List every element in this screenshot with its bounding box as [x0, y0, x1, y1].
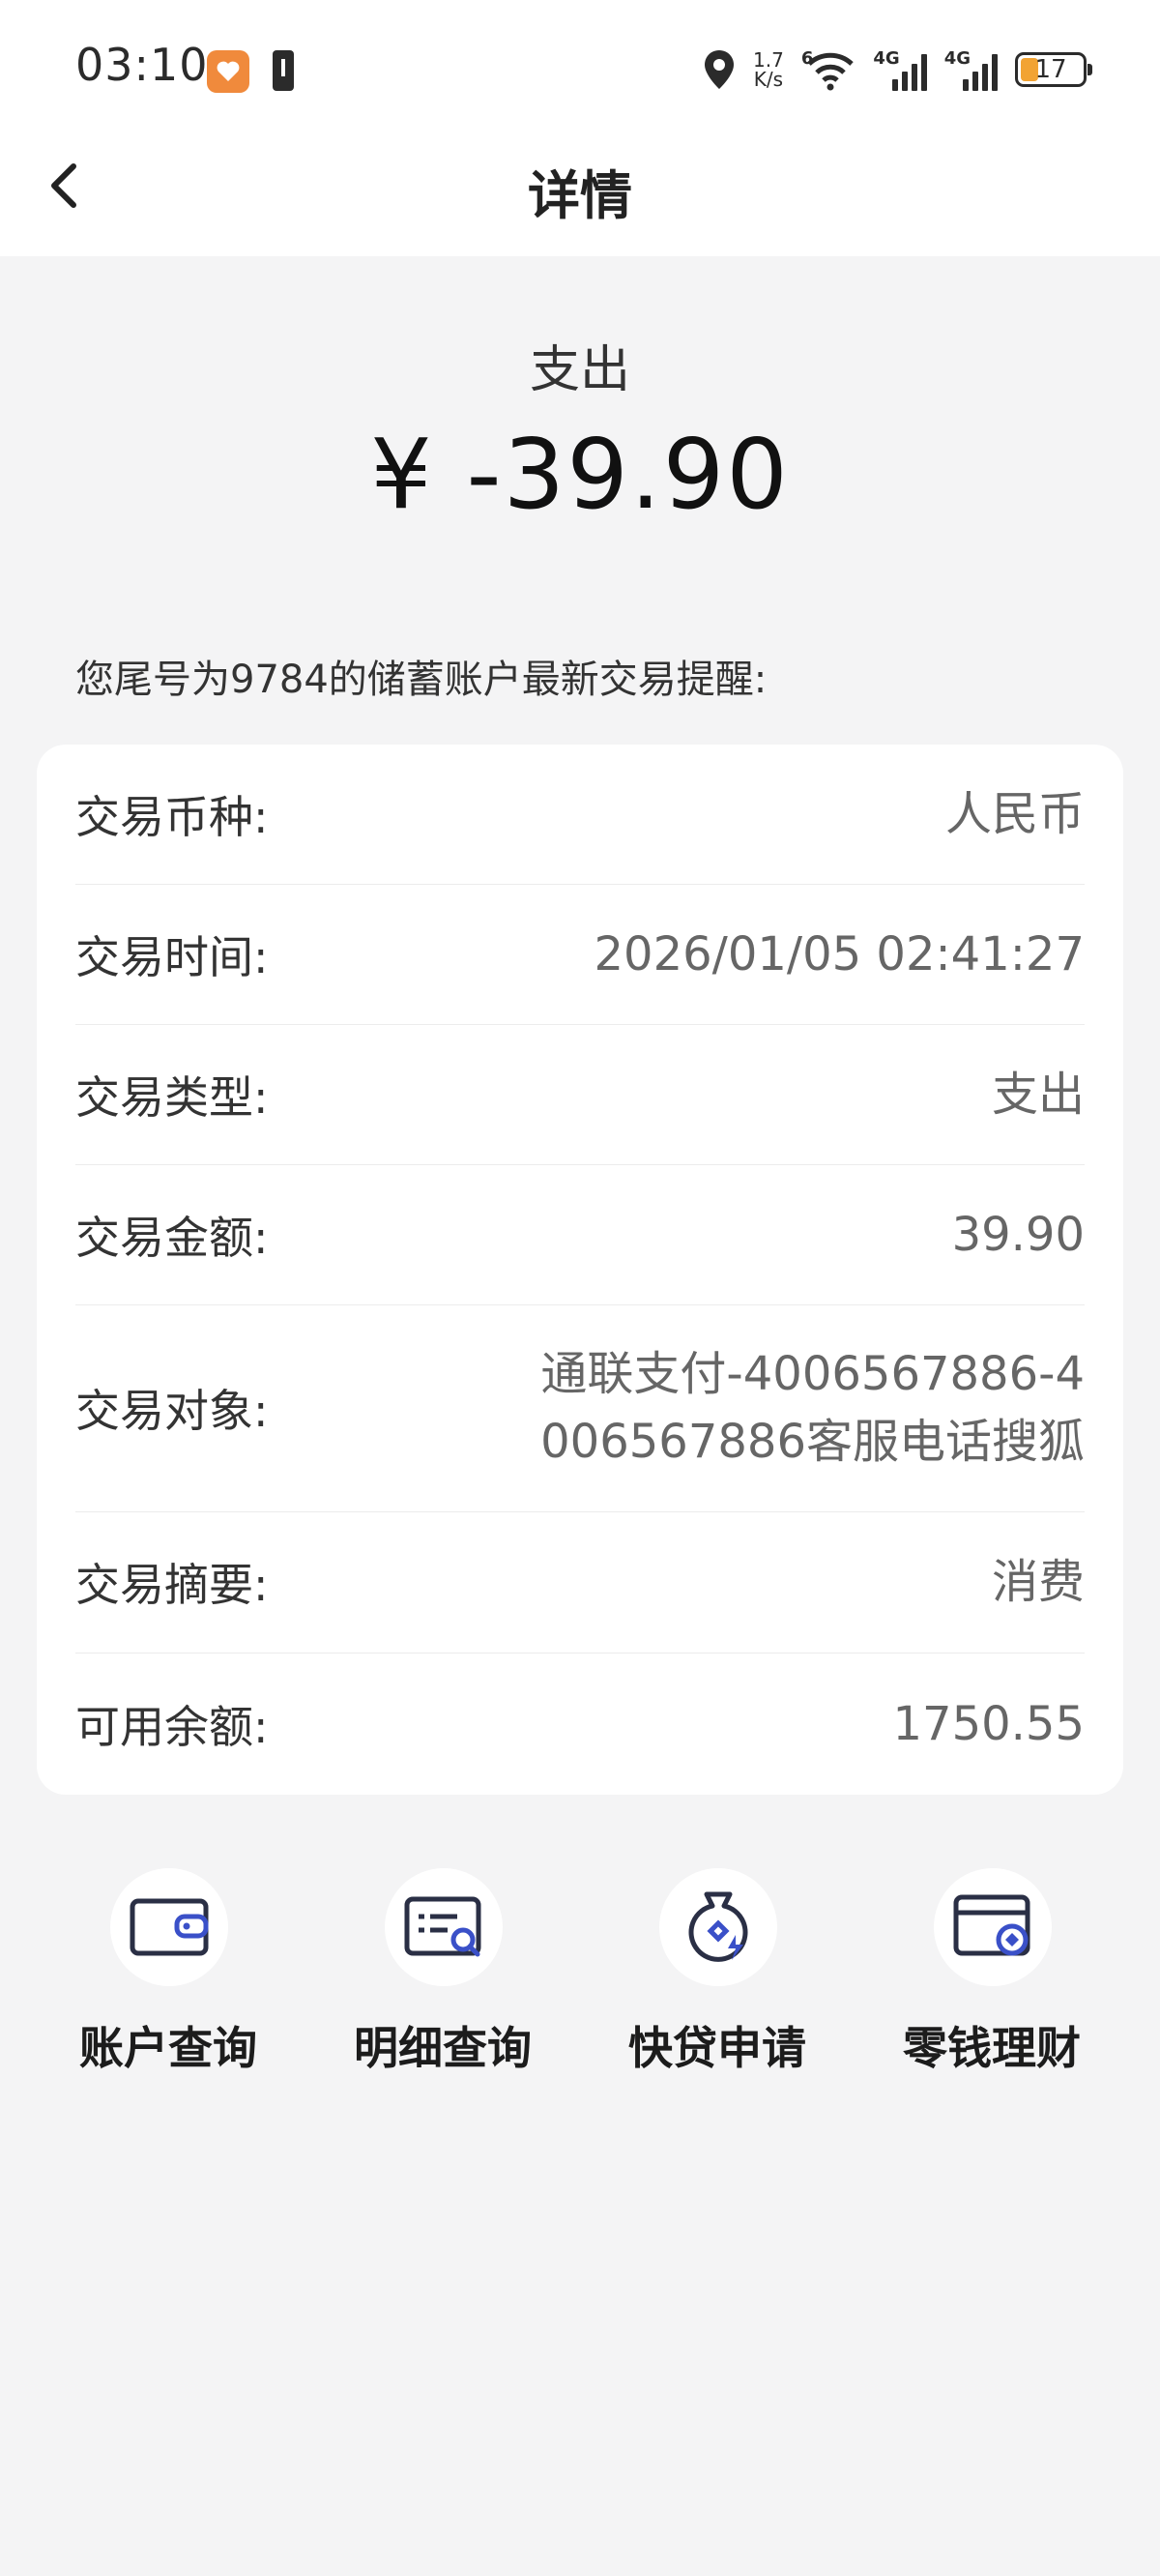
page-title: 详情 — [528, 165, 632, 226]
net-speed-value: 1.7 — [753, 48, 784, 72]
row-label: 交易时间: — [75, 930, 269, 983]
row-label: 可用余额: — [75, 1700, 269, 1753]
battery-level: 17 — [1034, 55, 1067, 84]
status-time: 03:10 — [75, 39, 209, 91]
detail-row-counterparty: 交易对象: 通联支付-4006567886-4 006567886客服电话搜狐 — [75, 1304, 1085, 1512]
nav-bar: 详情 — [0, 116, 1160, 256]
row-value: 人民币 — [944, 787, 1085, 841]
detail-row-summary: 交易摘要: 消费 — [75, 1511, 1085, 1654]
detail-row-amount: 交易金额: 39.90 — [75, 1164, 1085, 1305]
detail-row-type: 交易类型: 支出 — [75, 1024, 1085, 1165]
row-label: 交易金额: — [75, 1211, 269, 1264]
row-value: 39.90 — [951, 1207, 1085, 1262]
account-query-button[interactable]: 账户查询 — [31, 1868, 305, 2100]
detail-row-currency: 交易币种: 人民币 — [75, 745, 1085, 885]
counterparty-line-2: 006567886客服电话搜狐 — [540, 1415, 1085, 1469]
signal-bars-icon — [963, 48, 998, 91]
battery-saver-icon — [273, 50, 294, 91]
detail-card: 交易币种: 人民币 交易时间: 2026/01/05 02:41:27 交易类型… — [37, 745, 1123, 1795]
row-value: 消费 — [991, 1555, 1085, 1609]
wifi-icon — [807, 52, 855, 91]
detail-row-balance: 可用余额: 1750.55 — [75, 1653, 1085, 1795]
action-label: 快贷申请 — [628, 2022, 806, 2074]
quick-actions: 账户查询 明细查询 快贷申请 零钱理财 — [0, 1868, 1160, 2100]
action-label: 明细查询 — [354, 2022, 532, 2074]
row-label: 交易类型: — [75, 1070, 269, 1124]
location-icon — [705, 50, 735, 89]
transaction-amount: ¥ -39.90 — [370, 418, 790, 531]
wifi-indicator: 6 — [801, 48, 856, 91]
quick-loan-icon — [659, 1868, 777, 1986]
detail-query-button[interactable]: 明细查询 — [305, 1868, 580, 2100]
row-value: 通联支付-4006567886-4 006567886客服电话搜狐 — [540, 1340, 1085, 1476]
row-label: 交易对象: — [75, 1385, 269, 1437]
detail-row-time: 交易时间: 2026/01/05 02:41:27 — [75, 884, 1085, 1025]
action-label: 零钱理财 — [903, 2022, 1081, 2074]
wallet-icon — [110, 1868, 228, 1986]
row-value: 1750.55 — [892, 1696, 1086, 1751]
status-icons: 1.7 K/s 6 4G 4G 17 — [703, 43, 1092, 97]
list-search-icon — [385, 1868, 503, 1986]
reminder-text: 您尾号为9784的储蓄账户最新交易提醒: — [75, 658, 768, 702]
action-label: 账户查询 — [79, 2022, 257, 2074]
row-value: 2026/01/05 02:41:27 — [594, 926, 1086, 981]
net-speed-unit: K/s — [753, 68, 784, 91]
row-label: 交易币种: — [75, 791, 269, 843]
battery-icon: 17 — [1015, 52, 1092, 87]
network-speed: 1.7 K/s — [753, 50, 784, 89]
app-notification-icon — [207, 50, 249, 93]
counterparty-line-1: 通联支付-4006567886-4 — [540, 1347, 1085, 1401]
pocket-money-finance-button[interactable]: 零钱理财 — [855, 1868, 1129, 2100]
row-label: 交易摘要: — [75, 1559, 269, 1611]
sim1-signal: 4G — [873, 48, 927, 91]
signal-bars-icon — [891, 48, 927, 91]
row-value: 支出 — [991, 1067, 1085, 1122]
transaction-direction: 支出 — [529, 341, 630, 399]
sim2-signal: 4G — [944, 48, 998, 91]
quick-loan-button[interactable]: 快贷申请 — [580, 1868, 855, 2100]
card-coin-icon — [934, 1868, 1052, 1986]
